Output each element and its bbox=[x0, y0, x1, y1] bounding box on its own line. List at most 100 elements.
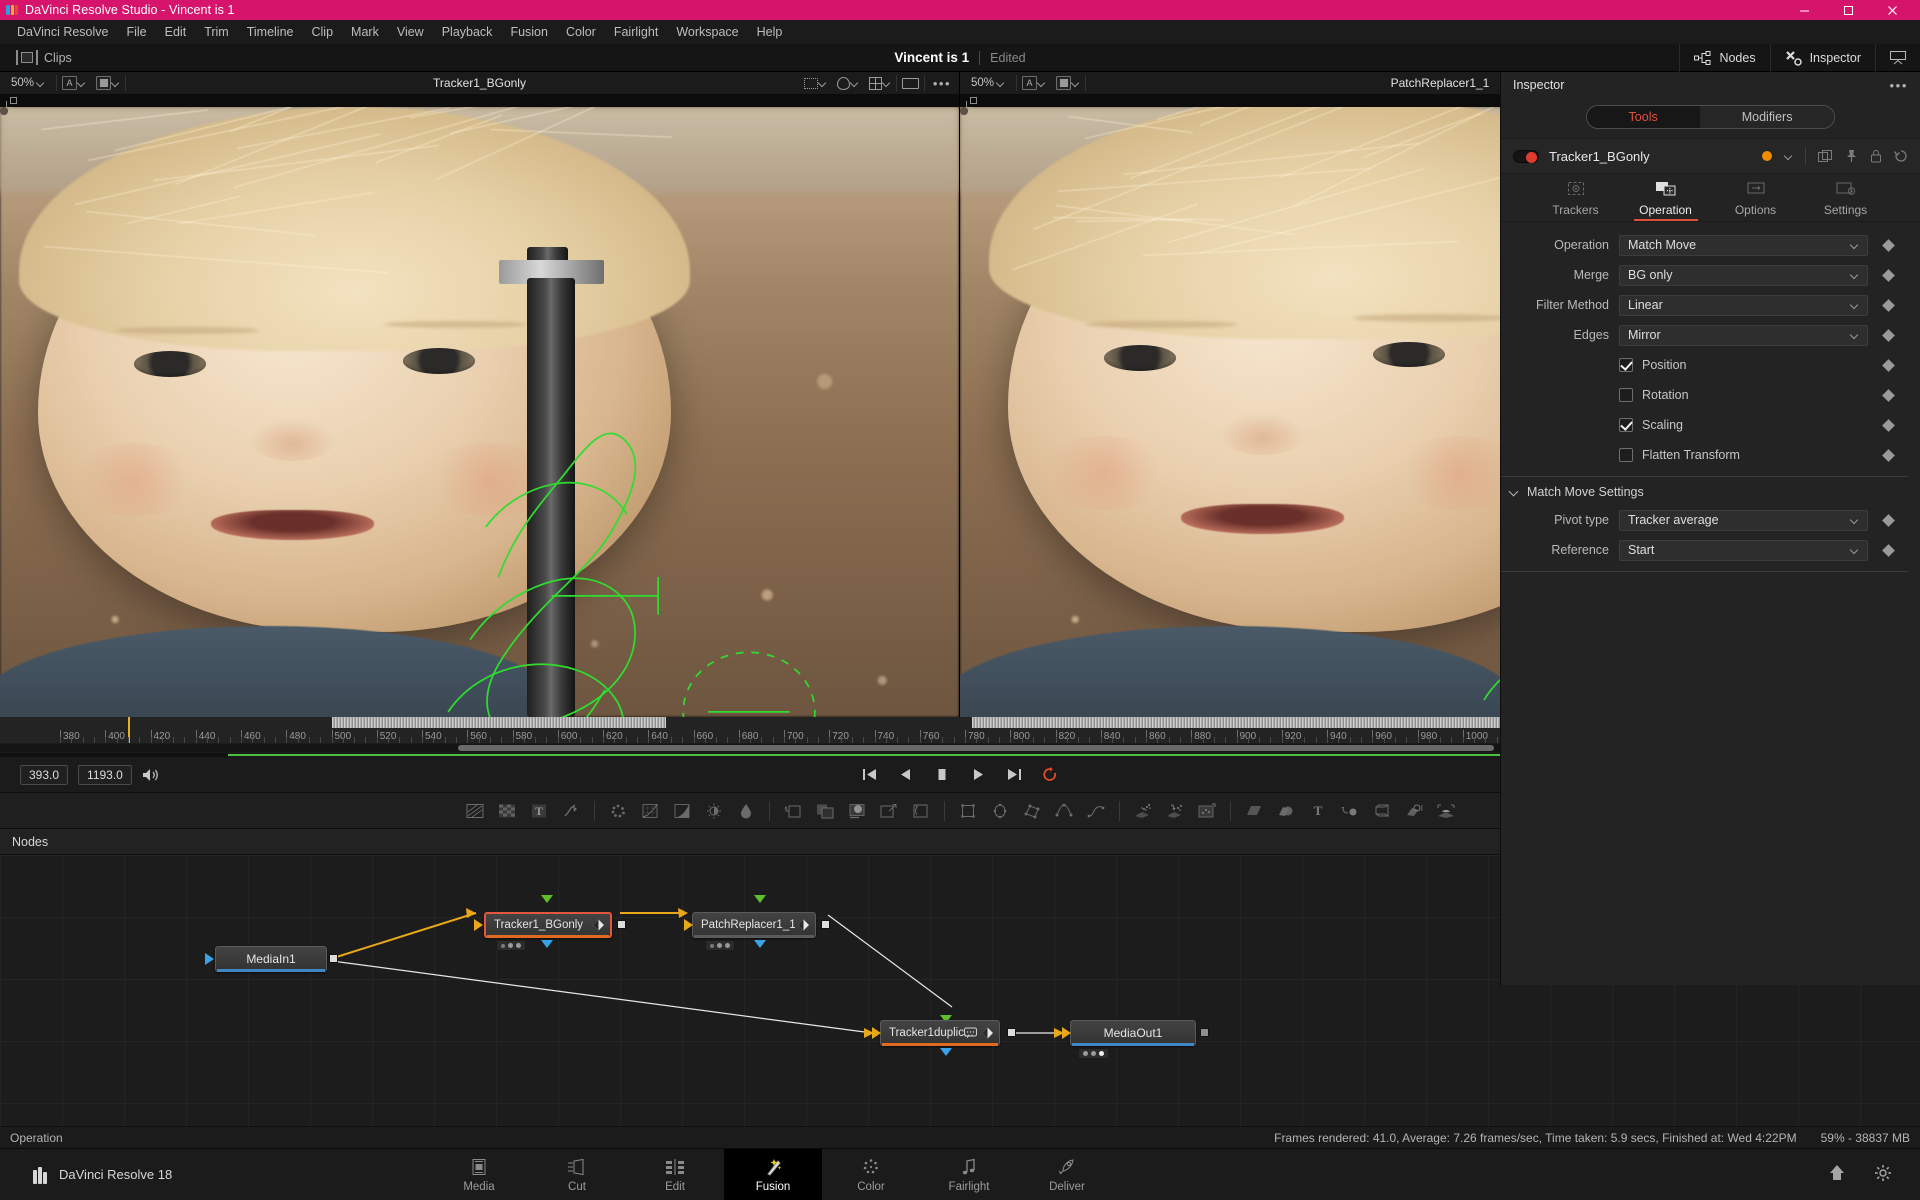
home-icon[interactable] bbox=[1828, 1164, 1846, 1185]
inspector-toggle-button[interactable]: Inspector bbox=[1770, 44, 1875, 72]
menu-item-file[interactable]: File bbox=[117, 20, 155, 44]
field-filter-method-keyframe[interactable] bbox=[1868, 301, 1908, 310]
checkerboard-tool-icon[interactable] bbox=[496, 800, 518, 822]
checkbox-flatten-transform[interactable] bbox=[1619, 448, 1633, 462]
close-button[interactable] bbox=[1870, 0, 1914, 20]
last-frame-button[interactable] bbox=[1005, 766, 1023, 784]
reset-icon[interactable] bbox=[1894, 149, 1908, 163]
node-patchreplacer-state-dots[interactable] bbox=[705, 940, 735, 951]
menu-item-trim[interactable]: Trim bbox=[195, 20, 238, 44]
viewer-left-roi[interactable] bbox=[799, 72, 832, 94]
pin-icon[interactable] bbox=[1845, 149, 1858, 163]
tab-modifiers[interactable]: Modifiers bbox=[1700, 106, 1835, 128]
page-button-color[interactable]: Color bbox=[822, 1149, 920, 1200]
checkbox-scaling[interactable] bbox=[1619, 418, 1633, 432]
node-mediain1-output-port[interactable] bbox=[329, 954, 338, 963]
viewer-left-grid[interactable] bbox=[864, 72, 896, 94]
text-tool-icon[interactable]: T bbox=[528, 800, 550, 822]
menu-item-fairlight[interactable]: Fairlight bbox=[605, 20, 667, 44]
field-merge-dropdown[interactable]: BG only bbox=[1619, 265, 1868, 286]
dissolve-icon[interactable] bbox=[814, 800, 836, 822]
rectangle-mask-icon[interactable] bbox=[957, 800, 979, 822]
node-tracker1-state-dots[interactable] bbox=[496, 940, 526, 951]
tab-tools[interactable]: Tools bbox=[1587, 106, 1700, 128]
maximize-button[interactable] bbox=[1826, 0, 1870, 20]
menu-item-edit[interactable]: Edit bbox=[156, 20, 196, 44]
expand-panel-button[interactable] bbox=[1875, 44, 1920, 72]
node-tracker1-output-port[interactable] bbox=[617, 920, 626, 929]
resize-icon[interactable] bbox=[910, 800, 932, 822]
page-button-fairlight[interactable]: Fairlight bbox=[920, 1149, 1018, 1200]
field-reference-dropdown[interactable]: Start bbox=[1619, 540, 1868, 561]
renderer-3d-icon[interactable] bbox=[1435, 800, 1457, 822]
paint-tool-icon[interactable] bbox=[560, 800, 582, 822]
node-mediaout1-state-dots[interactable] bbox=[1078, 1048, 1109, 1059]
checkbox-scaling-keyframe[interactable] bbox=[1868, 421, 1908, 430]
checkbox-position[interactable] bbox=[1619, 358, 1633, 372]
node-tracker1dup-output-port[interactable] bbox=[1007, 1028, 1016, 1037]
viewer-left-fit[interactable] bbox=[897, 72, 924, 94]
field-pivot-type-dropdown[interactable]: Tracker average bbox=[1619, 510, 1868, 531]
checkbox-rotation[interactable] bbox=[1619, 388, 1633, 402]
field-filter-method-dropdown[interactable]: Linear bbox=[1619, 295, 1868, 316]
gamut-icon[interactable] bbox=[671, 800, 693, 822]
menu-item-timeline[interactable]: Timeline bbox=[238, 20, 303, 44]
shape-3d-icon[interactable] bbox=[1275, 800, 1297, 822]
page-button-deliver[interactable]: Deliver bbox=[1018, 1149, 1116, 1200]
checkbox-position-keyframe[interactable] bbox=[1868, 361, 1908, 370]
page-button-fusion[interactable]: Fusion bbox=[724, 1149, 822, 1200]
brightness-contrast-icon[interactable] bbox=[703, 800, 725, 822]
color-corrector-icon[interactable] bbox=[607, 800, 629, 822]
paint-mask-icon[interactable] bbox=[1085, 800, 1107, 822]
timeline-scroll-thumb[interactable] bbox=[458, 745, 1494, 751]
checkbox-flatten-transform-keyframe[interactable] bbox=[1868, 451, 1908, 460]
menu-item-help[interactable]: Help bbox=[748, 20, 792, 44]
node-patchreplacer-keyframe-icon[interactable] bbox=[798, 920, 809, 931]
node-mediaout1-output-port[interactable] bbox=[1200, 1028, 1209, 1037]
node-color-swatch[interactable] bbox=[1762, 151, 1772, 161]
node-tracker1-keyframe-icon[interactable] bbox=[593, 920, 604, 931]
subtab-operation[interactable]: Operation bbox=[1626, 180, 1706, 221]
bspline-mask-icon[interactable] bbox=[1053, 800, 1075, 822]
ellipse-mask-icon[interactable] bbox=[989, 800, 1011, 822]
menu-item-view[interactable]: View bbox=[388, 20, 433, 44]
merge-icon[interactable] bbox=[782, 800, 804, 822]
menu-item-davinci-resolve[interactable]: DaVinci Resolve bbox=[8, 20, 117, 44]
text-3d-icon[interactable]: T bbox=[1307, 800, 1329, 822]
node-mediain1[interactable]: MediaIn1 bbox=[215, 946, 327, 972]
image-plane-3d-icon[interactable] bbox=[1243, 800, 1265, 822]
chevron-down-icon[interactable] bbox=[1784, 152, 1793, 161]
viewer-left-stage[interactable] bbox=[0, 94, 959, 717]
inspector-options-button[interactable]: ••• bbox=[1890, 78, 1908, 93]
checkbox-rotation-keyframe[interactable] bbox=[1868, 391, 1908, 400]
first-frame-button[interactable] bbox=[861, 766, 879, 784]
page-button-cut[interactable]: Cut bbox=[528, 1149, 626, 1200]
particle-kill-icon[interactable] bbox=[1196, 800, 1218, 822]
play-button[interactable] bbox=[969, 766, 987, 784]
node-tracker1-bgonly[interactable]: Tracker1_BGonly bbox=[484, 912, 612, 938]
particle-emitter-icon[interactable] bbox=[1132, 800, 1154, 822]
stop-button[interactable] bbox=[933, 766, 951, 784]
viewer-left-options-button[interactable]: ••• bbox=[925, 77, 959, 90]
field-edges-dropdown[interactable]: Mirror bbox=[1619, 325, 1868, 346]
field-pivot-type-keyframe[interactable] bbox=[1868, 516, 1908, 525]
viewer-left-display-mode[interactable] bbox=[91, 72, 125, 94]
color-curves-icon[interactable] bbox=[639, 800, 661, 822]
node-tracker1dup-keyframe-icon[interactable] bbox=[982, 1028, 993, 1039]
background-tool-icon[interactable] bbox=[464, 800, 486, 822]
field-operation-dropdown[interactable]: Match Move bbox=[1619, 235, 1868, 256]
minimize-button[interactable] bbox=[1782, 0, 1826, 20]
menu-item-mark[interactable]: Mark bbox=[342, 20, 388, 44]
gear-icon[interactable] bbox=[1874, 1164, 1892, 1185]
blur-droplet-icon[interactable] bbox=[735, 800, 757, 822]
merge-3d-icon[interactable] bbox=[1339, 800, 1361, 822]
viewer-left-channel-select[interactable]: A bbox=[57, 72, 91, 94]
menu-item-fusion[interactable]: Fusion bbox=[501, 20, 557, 44]
transform-icon[interactable] bbox=[878, 800, 900, 822]
viewer-left-zoom[interactable]: 50% bbox=[0, 72, 56, 94]
lock-icon[interactable] bbox=[1870, 149, 1882, 163]
viewer-right-channel-select[interactable]: A bbox=[1017, 72, 1051, 94]
step-back-button[interactable] bbox=[897, 766, 915, 784]
node-comment-icon[interactable] bbox=[964, 1028, 977, 1039]
field-operation-keyframe[interactable] bbox=[1868, 241, 1908, 250]
